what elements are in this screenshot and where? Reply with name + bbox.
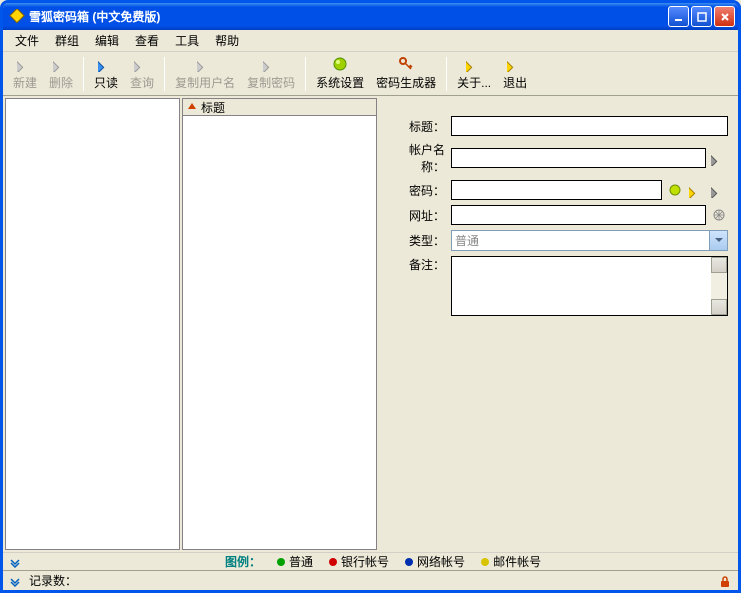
dot-icon [277,558,285,566]
settings-button[interactable]: 系统设置 [310,54,370,93]
note-textarea[interactable] [451,256,728,316]
open-url-button[interactable] [710,206,728,224]
readonly-button[interactable]: 只读 [88,54,124,93]
window-title: 雪狐密码箱 (中文免费版) [29,8,668,25]
maximize-button[interactable] [691,6,712,27]
password-generator-button[interactable]: 密码生成器 [370,54,442,93]
sort-icon [187,102,197,112]
group-tree[interactable] [5,98,180,550]
diamond-icon [53,56,69,72]
sphere-icon [667,182,683,198]
dot-icon [481,558,489,566]
diamond-icon [17,56,33,72]
exit-button[interactable]: 退出 [497,54,533,93]
legend-bar: 图例： 普通 银行帐号 网络帐号 邮件帐号 [3,552,738,570]
record-list[interactable] [182,116,377,550]
type-label: 类型： [387,232,451,249]
key-icon [398,56,414,72]
minimize-button[interactable] [668,6,689,27]
diamond-icon [197,56,213,72]
url-label: 网址： [387,207,451,224]
legend-item-network: 网络帐号 [405,553,465,570]
scroll-down-button[interactable] [711,299,727,315]
separator [83,57,84,91]
copy-password-button[interactable] [710,181,728,199]
list-header[interactable]: 标题 [182,98,377,116]
close-button[interactable] [714,6,735,27]
dot-icon [329,558,337,566]
new-button[interactable]: 新建 [7,54,43,93]
scroll-up-button[interactable] [711,257,727,273]
show-password-button[interactable] [666,181,684,199]
menu-file[interactable]: 文件 [7,30,47,51]
generate-password-button[interactable] [688,181,706,199]
detail-form: 标题： 帐户名称： 密码： 网址： 类型： [379,98,736,550]
diamond-icon [98,56,114,72]
legend-item-mail: 邮件帐号 [481,553,541,570]
separator [305,57,306,91]
record-count-label: 记录数： [29,572,77,589]
query-button[interactable]: 查询 [124,54,160,93]
title-label: 标题： [387,118,451,135]
lock-icon [718,574,732,588]
titlebar[interactable]: 雪狐密码箱 (中文免费版) [3,3,738,30]
copy-user-button[interactable]: 复制用户名 [169,54,241,93]
menu-edit[interactable]: 编辑 [87,30,127,51]
chevron-down-icon[interactable] [9,575,21,587]
diamond-icon [263,56,279,72]
url-input[interactable] [451,205,706,225]
toolbar: 新建 删除 只读 查询 复制用户名 复制密码 系统设置 密码生成器 关于... … [3,52,738,96]
menu-group[interactable]: 群组 [47,30,87,51]
legend-item-bank: 银行帐号 [329,553,389,570]
password-input[interactable] [451,180,662,200]
about-button[interactable]: 关于... [451,54,497,93]
diamond-icon [689,182,705,198]
menu-tools[interactable]: 工具 [167,30,207,51]
copy-account-button[interactable] [710,149,728,167]
password-label: 密码： [387,182,451,199]
separator [164,57,165,91]
scrollbar[interactable] [711,257,727,315]
dot-icon [405,558,413,566]
menubar: 文件 群组 编辑 查看 工具 帮助 [3,30,738,52]
chevron-down-icon[interactable] [9,556,21,568]
delete-button[interactable]: 删除 [43,54,79,93]
diamond-icon [466,56,482,72]
title-input[interactable] [451,116,728,136]
app-icon [9,9,25,25]
compass-icon [711,207,727,223]
diamond-icon [711,182,727,198]
menu-help[interactable]: 帮助 [207,30,247,51]
menu-view[interactable]: 查看 [127,30,167,51]
account-label: 帐户名称： [387,141,451,175]
legend-label: 图例： [225,553,261,570]
type-select[interactable] [451,230,728,251]
legend-item-normal: 普通 [277,553,313,570]
separator [446,57,447,91]
account-input[interactable] [451,148,706,168]
diamond-icon [711,150,727,166]
statusbar: 记录数： [3,570,738,590]
copy-password-button[interactable]: 复制密码 [241,54,301,93]
sphere-icon [332,56,348,72]
note-label: 备注： [387,256,451,273]
column-title: 标题 [201,99,225,116]
diamond-icon [134,56,150,72]
diamond-icon [507,56,523,72]
